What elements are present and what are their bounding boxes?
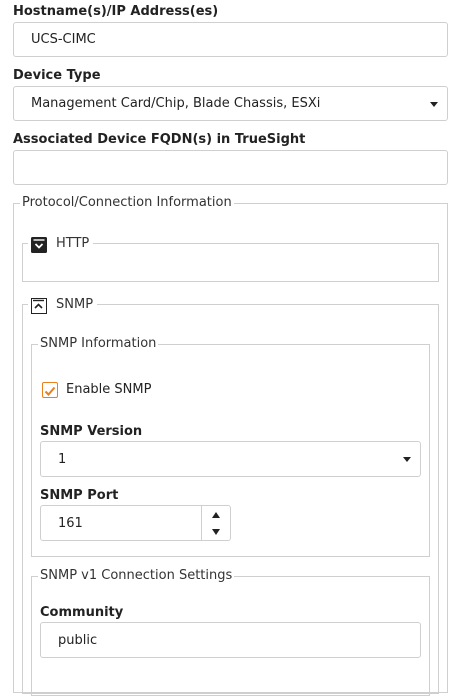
snmp-port-value: 161	[58, 515, 83, 531]
snmp-version-label: SNMP Version	[40, 424, 143, 439]
expand-icon	[31, 237, 47, 253]
device-type-label: Device Type	[13, 68, 101, 83]
hostname-label: Hostname(s)/IP Address(es)	[13, 4, 219, 19]
http-expand-toggle[interactable]	[31, 237, 47, 253]
snmp-version-select[interactable]: 1	[40, 441, 421, 477]
enable-snmp-checkbox[interactable]	[42, 382, 58, 398]
http-label: HTTP	[56, 236, 90, 251]
checkmark-icon	[44, 386, 56, 396]
chevron-down-icon	[403, 457, 411, 462]
fqdn-input[interactable]	[13, 150, 448, 185]
device-type-value: Management Card/Chip, Blade Chassis, ESX…	[31, 96, 321, 111]
community-input[interactable]: public	[40, 622, 421, 658]
protocol-legend: Protocol/Connection Information	[20, 195, 234, 211]
snmp-port-label: SNMP Port	[40, 488, 119, 503]
snmp-v1-legend: SNMP v1 Connection Settings	[38, 568, 235, 584]
snmp-port-stepper[interactable]	[201, 505, 231, 541]
collapse-icon	[33, 299, 44, 309]
triangle-down-icon	[212, 528, 220, 535]
stepper-down-button[interactable]	[202, 523, 230, 540]
snmp-label: SNMP	[56, 297, 94, 312]
stepper-up-button[interactable]	[202, 506, 230, 523]
snmp-collapse-toggle[interactable]	[31, 298, 47, 314]
hostname-value: UCS-CIMC	[31, 32, 96, 47]
device-type-select[interactable]: Management Card/Chip, Blade Chassis, ESX…	[13, 86, 448, 121]
snmp-info-legend: SNMP Information	[38, 336, 159, 352]
community-value: public	[58, 632, 98, 648]
community-label: Community	[40, 605, 124, 620]
hostname-input[interactable]: UCS-CIMC	[13, 22, 448, 57]
snmp-version-value: 1	[58, 451, 67, 467]
chevron-down-icon	[430, 101, 438, 107]
fqdn-label: Associated Device FQDN(s) in TrueSight	[13, 132, 306, 147]
triangle-up-icon	[212, 511, 220, 518]
enable-snmp-label[interactable]: Enable SNMP	[66, 382, 151, 398]
snmp-port-input[interactable]: 161	[40, 505, 202, 541]
